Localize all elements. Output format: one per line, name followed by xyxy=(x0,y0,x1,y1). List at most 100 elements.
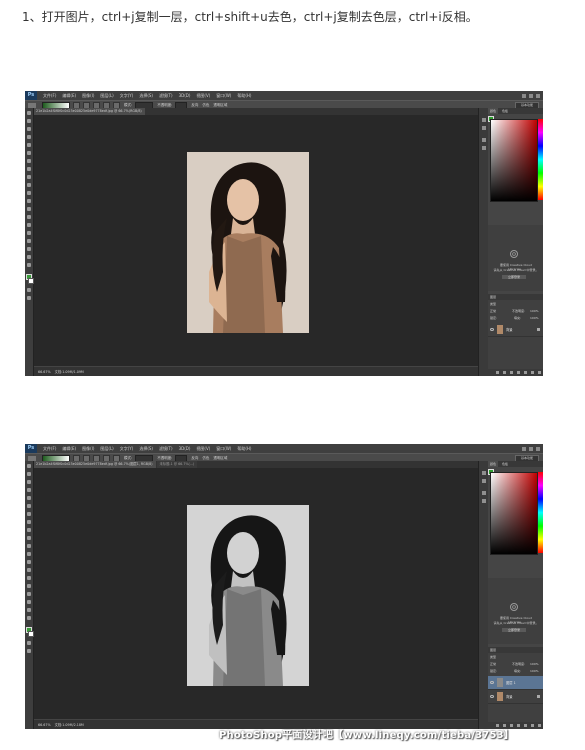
actions-icon[interactable] xyxy=(482,479,486,483)
kind-filter[interactable]: 类型 xyxy=(490,302,496,306)
minimize-icon[interactable] xyxy=(522,93,526,98)
tool-preset-picker[interactable] xyxy=(28,455,36,461)
dodge-tool-icon[interactable] xyxy=(27,215,31,219)
healing-brush-tool-icon[interactable] xyxy=(27,159,31,163)
menu-layer[interactable]: 图层(L) xyxy=(100,93,113,99)
layer-row-background[interactable]: 背景 xyxy=(488,323,543,337)
screen-mode-icon[interactable] xyxy=(27,296,31,300)
eyedropper-tool-icon[interactable] xyxy=(27,504,31,508)
tab-layers[interactable]: 图层 xyxy=(490,648,496,652)
marquee-tool-icon[interactable] xyxy=(27,472,31,476)
blur-tool-icon[interactable] xyxy=(27,560,31,564)
layer-style-icon[interactable] xyxy=(503,371,506,374)
maximize-icon[interactable] xyxy=(529,446,533,451)
sign-in-button[interactable]: 立即登录 xyxy=(502,628,526,632)
dither-checkbox-label[interactable]: 仿色 xyxy=(202,103,209,108)
move-tool-icon[interactable] xyxy=(27,464,31,468)
menu-select[interactable]: 选择(S) xyxy=(139,93,153,99)
hand-tool-icon[interactable] xyxy=(27,255,31,259)
reverse-checkbox-label[interactable]: 反向 xyxy=(191,456,198,461)
type-tool-icon[interactable] xyxy=(27,584,31,588)
zoom-level[interactable]: 66.67% xyxy=(38,370,51,374)
blend-mode-select[interactable]: 正常 xyxy=(490,662,496,666)
canvas-area[interactable] xyxy=(34,468,478,720)
hue-slider[interactable] xyxy=(538,472,543,553)
menu-image[interactable]: 图像(I) xyxy=(82,93,94,99)
fill-value[interactable]: 100% xyxy=(530,669,539,673)
tool-preset-picker[interactable] xyxy=(28,102,36,108)
sign-in-button[interactable]: 立即登录 xyxy=(502,275,526,279)
menu-type[interactable]: 文字(Y) xyxy=(120,446,134,452)
tab-swatches[interactable]: 色板 xyxy=(500,461,511,467)
menu-help[interactable]: 帮助(H) xyxy=(237,93,251,99)
brush-tool-icon[interactable] xyxy=(27,167,31,171)
hand-tool-icon[interactable] xyxy=(27,608,31,612)
history-brush-tool-icon[interactable] xyxy=(27,536,31,540)
adjustment-layer-icon[interactable] xyxy=(517,371,520,374)
blend-mode-select[interactable]: 正常 xyxy=(490,309,496,313)
zoom-tool-icon[interactable] xyxy=(27,263,31,267)
info-icon[interactable] xyxy=(482,499,486,503)
new-layer-icon[interactable] xyxy=(531,724,534,727)
menu-edit[interactable]: 编辑(E) xyxy=(62,446,76,452)
properties-icon[interactable] xyxy=(482,138,486,142)
menu-window[interactable]: 窗口(W) xyxy=(216,93,231,99)
marquee-tool-icon[interactable] xyxy=(27,119,31,123)
pen-tool-icon[interactable] xyxy=(27,576,31,580)
maximize-icon[interactable] xyxy=(529,93,533,98)
eyedropper-tool-icon[interactable] xyxy=(27,151,31,155)
menu-type[interactable]: 文字(Y) xyxy=(120,93,134,99)
quick-mask-icon[interactable] xyxy=(27,288,31,292)
history-brush-tool-icon[interactable] xyxy=(27,183,31,187)
visibility-eye-icon[interactable] xyxy=(490,695,494,698)
link-layers-icon[interactable] xyxy=(496,371,499,374)
transparency-checkbox-label[interactable]: 透明区域 xyxy=(213,103,227,108)
delete-layer-icon[interactable] xyxy=(538,724,541,727)
history-icon[interactable] xyxy=(482,471,486,475)
eraser-tool-icon[interactable] xyxy=(27,544,31,548)
reverse-checkbox-label[interactable]: 反向 xyxy=(191,103,198,108)
new-group-icon[interactable] xyxy=(524,724,527,727)
menu-image[interactable]: 图像(I) xyxy=(82,446,94,452)
move-tool-icon[interactable] xyxy=(27,111,31,115)
menu-file[interactable]: 文件(F) xyxy=(43,93,56,99)
delete-layer-icon[interactable] xyxy=(538,371,541,374)
menu-3d[interactable]: 3D(D) xyxy=(179,93,191,98)
layer-opacity-value[interactable]: 100% xyxy=(530,662,539,666)
canvas-area[interactable] xyxy=(34,115,478,367)
menu-view[interactable]: 视图(V) xyxy=(196,446,210,452)
adjustment-layer-icon[interactable] xyxy=(517,724,520,727)
dodge-tool-icon[interactable] xyxy=(27,568,31,572)
clone-stamp-tool-icon[interactable] xyxy=(27,175,31,179)
properties-icon[interactable] xyxy=(482,491,486,495)
document-tab[interactable]: 21e1b2a4f0f8f0c0d23e00825e0de9778edf.jpg… xyxy=(33,108,145,115)
menu-edit[interactable]: 编辑(E) xyxy=(62,93,76,99)
tab-layers[interactable]: 图层 xyxy=(490,295,496,299)
menu-3d[interactable]: 3D(D) xyxy=(179,446,191,451)
tab-swatches[interactable]: 色板 xyxy=(500,108,511,114)
menu-file[interactable]: 文件(F) xyxy=(43,446,56,452)
lasso-tool-icon[interactable] xyxy=(27,127,31,131)
path-select-tool-icon[interactable] xyxy=(27,592,31,596)
lasso-tool-icon[interactable] xyxy=(27,480,31,484)
transparency-checkbox-label[interactable]: 透明区域 xyxy=(213,456,227,461)
quick-select-tool-icon[interactable] xyxy=(27,135,31,139)
document-tab[interactable]: 21e1b2a4f0f8f0c0d23e00825e0de9778edf.jpg… xyxy=(33,461,156,468)
gradient-tool-icon[interactable] xyxy=(27,199,31,203)
layer-row-layer-1[interactable]: 图层 1 xyxy=(488,676,543,690)
quick-mask-icon[interactable] xyxy=(27,641,31,645)
visibility-eye-icon[interactable] xyxy=(490,328,494,331)
minimize-icon[interactable] xyxy=(522,446,526,451)
crop-tool-icon[interactable] xyxy=(27,143,31,147)
new-group-icon[interactable] xyxy=(524,371,527,374)
zoom-tool-icon[interactable] xyxy=(27,616,31,620)
crop-tool-icon[interactable] xyxy=(27,496,31,500)
path-select-tool-icon[interactable] xyxy=(27,239,31,243)
kind-filter[interactable]: 类型 xyxy=(490,655,496,659)
pen-tool-icon[interactable] xyxy=(27,223,31,227)
blur-tool-icon[interactable] xyxy=(27,207,31,211)
menu-select[interactable]: 选择(S) xyxy=(139,446,153,452)
info-icon[interactable] xyxy=(482,146,486,150)
healing-brush-tool-icon[interactable] xyxy=(27,512,31,516)
gradient-tool-icon[interactable] xyxy=(27,552,31,556)
